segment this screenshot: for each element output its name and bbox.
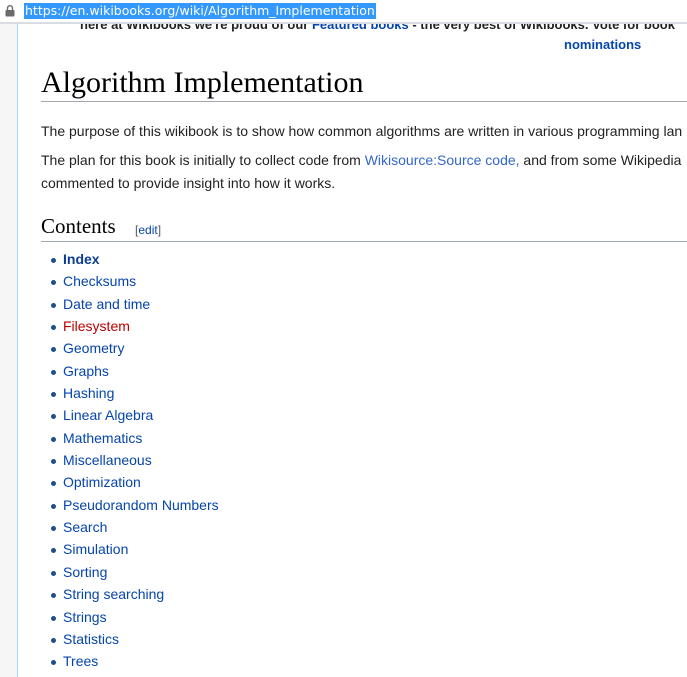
bullet (51, 637, 56, 643)
list-item: Mathematics (48, 427, 219, 449)
contents-link-string-searching[interactable]: String searching (63, 586, 164, 602)
bullet (51, 414, 56, 420)
contents-link-sorting[interactable]: Sorting (63, 564, 107, 580)
contents-link-miscellaneous[interactable]: Miscellaneous (63, 452, 152, 468)
bullet (51, 548, 56, 554)
title-divider (41, 101, 687, 102)
site-notice-line: here at Wikibooks we're proud of our Fea… (80, 24, 675, 32)
bullet (51, 660, 56, 666)
list-item: Index (48, 248, 219, 270)
bullet (51, 503, 56, 509)
contents-link-hashing[interactable]: Hashing (63, 385, 114, 401)
plan-paragraph-line2: commented to provide insight into how it… (41, 175, 336, 191)
list-item: Graphs (48, 360, 219, 382)
bullet (51, 347, 56, 353)
list-item: Miscellaneous (48, 449, 219, 471)
bullet (51, 369, 56, 375)
list-item: Sorting (48, 561, 219, 583)
notice-prefix: here at Wikibooks we're proud of our (80, 24, 312, 32)
contents-link-graphs[interactable]: Graphs (63, 363, 109, 379)
list-item: Date and time (48, 293, 219, 315)
contents-link-mathematics[interactable]: Mathematics (63, 430, 142, 446)
bullet (51, 280, 56, 286)
list-item: Simulation (48, 538, 219, 560)
bullet (51, 615, 56, 621)
page-title: Algorithm Implementation (41, 66, 364, 99)
featured-books-link[interactable]: Featured books (312, 24, 409, 32)
list-item: Checksums (48, 270, 219, 292)
contents-link-date-and-time[interactable]: Date and time (63, 296, 150, 312)
plan-suffix: and from some Wikipedia (519, 152, 682, 168)
lock-icon (5, 5, 15, 17)
contents-link-index[interactable]: Index (63, 251, 100, 267)
bullet (51, 258, 56, 263)
contents-link-checksums[interactable]: Checksums (63, 273, 136, 289)
list-item: Pseudorandom Numbers (48, 494, 219, 516)
wikisource-link[interactable]: Wikisource:Source code, (365, 152, 520, 168)
contents-link-statistics[interactable]: Statistics (63, 631, 119, 647)
edit-section: [edit] (135, 223, 161, 237)
page-content: here at Wikibooks we're proud of our Fea… (18, 24, 687, 677)
contents-link-strings[interactable]: Strings (63, 609, 107, 625)
bullet (51, 436, 56, 442)
list-item: Optimization (48, 471, 219, 493)
bullet (51, 593, 56, 599)
contents-link-trees[interactable]: Trees (63, 653, 98, 669)
bullet (51, 302, 56, 308)
contents-link-linear-algebra[interactable]: Linear Algebra (63, 407, 153, 423)
list-item: Trees (48, 650, 219, 672)
list-item: Hashing (48, 382, 219, 404)
list-item: Geometry (48, 337, 219, 359)
contents-link-search[interactable]: Search (63, 519, 107, 535)
contents-link-filesystem[interactable]: Filesystem (63, 318, 130, 334)
list-item: Filesystem (48, 315, 219, 337)
bullet (51, 526, 56, 532)
contents-list: Index Checksums Date and time Filesystem… (48, 248, 219, 673)
contents-link-simulation[interactable]: Simulation (63, 541, 128, 557)
list-item: Search (48, 516, 219, 538)
contents-divider (41, 241, 687, 242)
contents-link-geometry[interactable]: Geometry (63, 340, 124, 356)
intro-paragraph: The purpose of this wikibook is to show … (41, 123, 683, 139)
bullet (51, 570, 56, 576)
edit-bracket-close: ] (157, 223, 162, 237)
plan-paragraph: The plan for this book is initially to c… (41, 149, 681, 171)
url-text[interactable]: https://en.wikibooks.org/wiki/Algorithm_… (24, 3, 376, 19)
address-bar[interactable]: https://en.wikibooks.org/wiki/Algorithm_… (0, 0, 687, 22)
bullet (51, 325, 56, 331)
contents-link-pseudorandom-numbers[interactable]: Pseudorandom Numbers (63, 497, 219, 513)
contents-heading: Contents (41, 214, 116, 238)
edit-section-link[interactable]: edit (138, 223, 157, 237)
bullet (51, 481, 56, 487)
list-item: String searching (48, 583, 219, 605)
plan-prefix: The plan for this book is initially to c… (41, 152, 365, 168)
contents-link-optimization[interactable]: Optimization (63, 474, 141, 490)
list-item: Linear Algebra (48, 404, 219, 426)
bullet (51, 392, 56, 398)
nominations-link[interactable]: nominations (564, 37, 641, 52)
bullet (51, 459, 56, 465)
list-item: Statistics (48, 628, 219, 650)
left-sidebar-edge (0, 24, 18, 677)
notice-suffix: - the very best of Wikibooks. Vote for b… (408, 24, 675, 32)
list-item: Strings (48, 606, 219, 628)
